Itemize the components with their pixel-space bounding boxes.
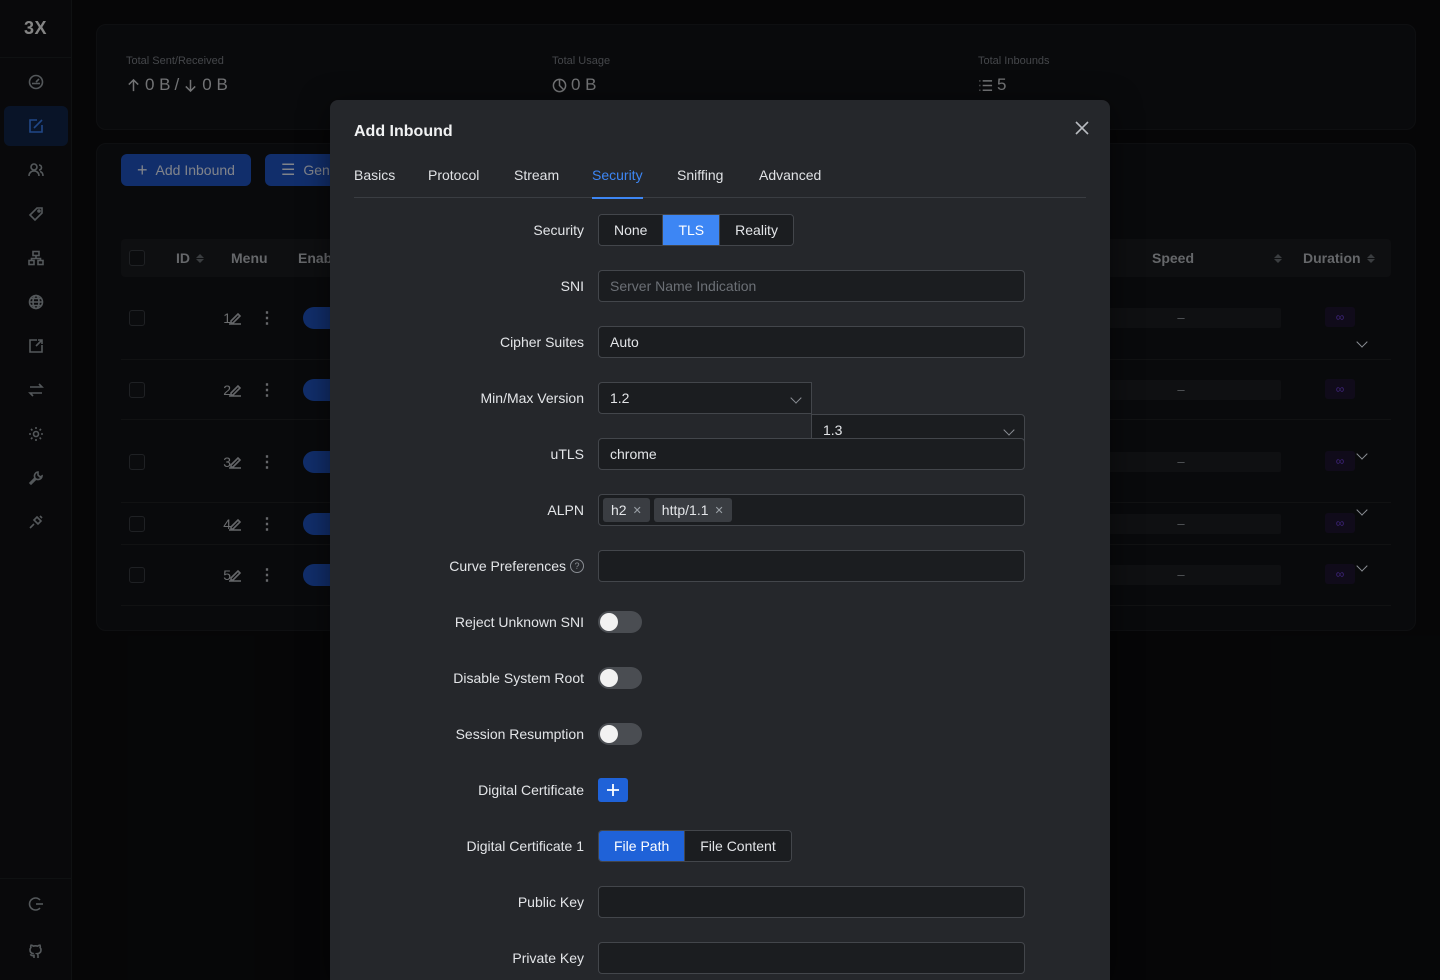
security-option-none[interactable]: None [599,215,664,245]
private-key-label: Private Key [512,950,584,966]
form-row-alpn: ALPN h2 ✕ http/1.1 ✕ [330,494,1368,526]
tab-stream[interactable]: Stream [514,164,559,198]
tab-basics[interactable]: Basics [354,164,395,198]
min-max-version-label: Min/Max Version [480,390,584,406]
tab-protocol[interactable]: Protocol [428,164,479,198]
certificate-source-segmented: File Path File Content [598,830,792,862]
form-row-min-max-version: Min/Max Version 1.2 1.3 [330,382,1110,446]
chevron-down-icon [1356,336,1368,348]
security-segmented: None TLS Reality [598,214,794,246]
modal-title: Add Inbound [354,123,453,140]
public-key-input[interactable] [598,886,1025,918]
form-row-sni: SNI Server Name Indication [330,270,1110,302]
cipher-suites-label: Cipher Suites [499,334,584,350]
close-button[interactable] [1072,118,1092,138]
reject-unknown-sni-label: Reject Unknown SNI [454,614,584,630]
curve-preferences-select[interactable] [598,550,1378,582]
private-key-input[interactable] [598,942,1025,974]
form-row-reject-unknown-sni: Reject Unknown SNI [330,606,1110,638]
security-label: Security [533,222,584,238]
cert-option-file-content[interactable]: File Content [685,831,791,861]
curve-preferences-value [598,550,1025,582]
min-version-select[interactable]: 1.2 [598,382,812,414]
curve-preferences-label: Curve Preferences ? [449,550,584,582]
alpn-select[interactable]: h2 ✕ http/1.1 ✕ [598,494,1378,526]
chevron-down-icon [1356,504,1368,516]
form-row-curve-preferences: Curve Preferences ? [330,550,1368,582]
public-key-label: Public Key [517,894,584,910]
modal-tabs: Basics Protocol Stream Security Sniffing… [354,164,1086,199]
add-inbound-modal: Add Inbound Basics Protocol Stream Secur… [330,100,1368,980]
utls-select[interactable]: chrome [598,438,1378,470]
form-row-security: Security None TLS Reality [330,214,1110,246]
chevron-down-icon [1356,560,1368,572]
alpn-tags: h2 ✕ http/1.1 ✕ [598,494,1025,526]
cipher-suites-value: Auto [598,326,1025,358]
help-icon[interactable]: ? [570,559,584,573]
close-icon [1075,121,1089,135]
digital-certificate-1-label: Digital Certificate 1 [466,838,585,854]
form-row-digital-certificate-1: Digital Certificate 1 File Path File Con… [330,830,1110,862]
form-row-public-key: Public Key [330,886,1110,918]
cert-option-file-path[interactable]: File Path [599,831,686,861]
tab-sniffing[interactable]: Sniffing [677,164,723,198]
session-resumption-label: Session Resumption [455,726,584,742]
tab-security[interactable]: Security [592,164,643,199]
utls-label: uTLS [550,446,584,462]
form-row-digital-certificate: Digital Certificate [330,774,1110,806]
digital-certificate-label: Digital Certificate [478,782,584,798]
utls-value: chrome [598,438,1025,470]
session-resumption-switch[interactable] [598,723,642,745]
form-row-utls: uTLS chrome [330,438,1368,470]
alpn-tag: h2 ✕ [603,498,650,522]
remove-tag-icon[interactable]: ✕ [633,504,642,517]
alpn-tag: http/1.1 ✕ [653,498,732,522]
disable-system-root-switch[interactable] [598,667,642,689]
form-row-disable-system-root: Disable System Root [330,662,1110,694]
form-row-session-resumption: Session Resumption [330,718,1110,750]
add-certificate-button[interactable] [598,778,628,802]
chevron-down-icon [1356,448,1368,460]
security-option-reality[interactable]: Reality [720,215,793,245]
cipher-suites-select[interactable]: Auto [598,326,1378,358]
form-row-private-key: Private Key [330,942,1110,974]
remove-tag-icon[interactable]: ✕ [715,504,724,517]
min-version-value: 1.2 [598,382,812,414]
sni-input[interactable]: Server Name Indication [598,270,1025,302]
plus-icon [607,784,619,796]
form-row-cipher-suites: Cipher Suites Auto [330,326,1368,358]
reject-unknown-sni-switch[interactable] [598,611,642,633]
disable-system-root-label: Disable System Root [453,670,584,686]
alpn-label: ALPN [547,502,584,518]
sni-label: SNI [560,278,584,294]
tab-advanced[interactable]: Advanced [759,164,821,198]
security-option-tls[interactable]: TLS [663,215,721,245]
